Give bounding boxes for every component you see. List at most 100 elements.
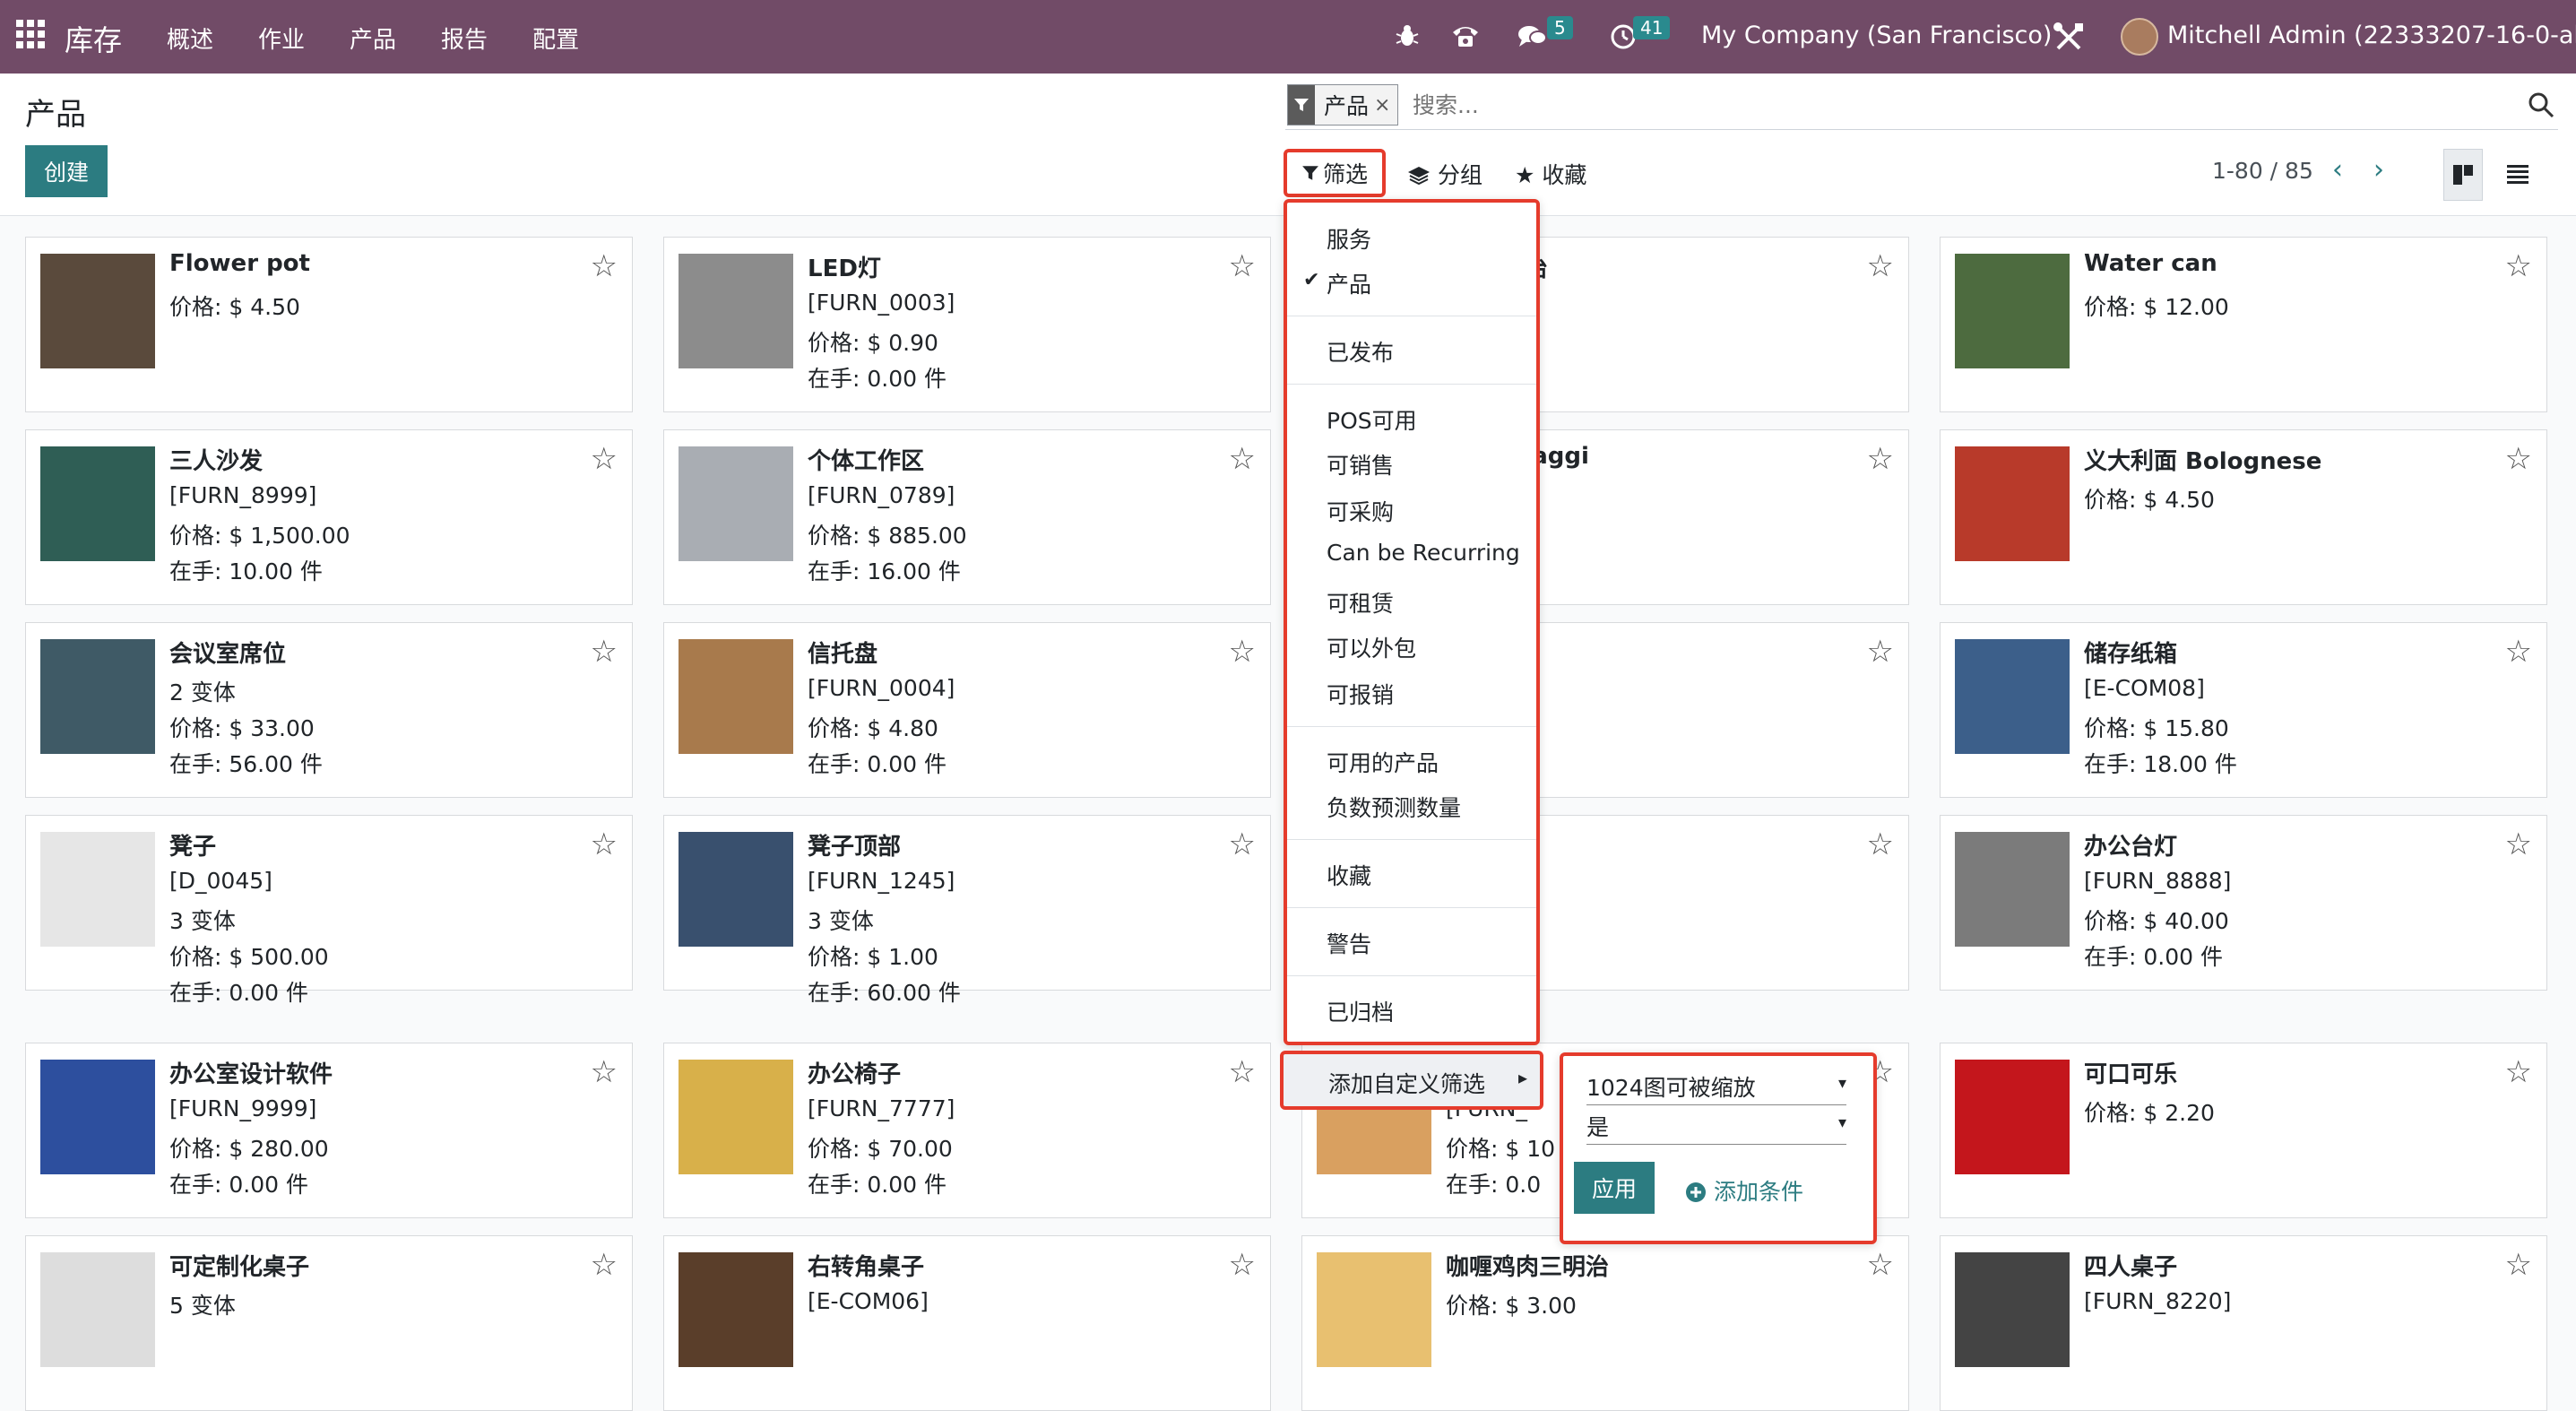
- product-detail-line: [FURN_8220]: [2084, 1288, 2232, 1314]
- divider: [1287, 907, 1536, 908]
- product-card[interactable]: 右转角桌子 [E-COM06] ☆: [663, 1235, 1271, 1411]
- messages-icon[interactable]: [1517, 23, 1547, 50]
- favorite-star-icon[interactable]: ☆: [2505, 248, 2532, 284]
- product-card[interactable]: 三人沙发 [FURN_8999] 价格: $ 1,500.00 在手: 10.00 件…: [25, 429, 633, 605]
- menu-item-overview[interactable]: 概述: [167, 22, 213, 55]
- product-card[interactable]: 个体工作区 [FURN_0789] 价格: $ 885.00 在手: 16.00 件 ☆: [663, 429, 1271, 605]
- favorite-star-icon[interactable]: ☆: [2505, 827, 2532, 862]
- user-menu[interactable]: Mitchell Admin (22333207-16-0-all): [2167, 22, 2576, 49]
- product-detail-line: 在手: 56.00 件: [169, 751, 323, 777]
- chevron-left-icon[interactable]: ‹: [2332, 154, 2343, 186]
- product-detail-line: 在手: 10.00 件: [169, 558, 323, 584]
- filter-item-negative-forecast[interactable]: 负数预测数量: [1327, 791, 1461, 823]
- favorite-star-icon[interactable]: ☆: [1867, 441, 1894, 477]
- group-by-button[interactable]: 分组: [1407, 158, 1482, 190]
- favorite-star-icon[interactable]: ☆: [591, 827, 618, 862]
- product-name: 可定制化桌子: [169, 1254, 310, 1281]
- product-card[interactable]: 信托盘 [FURN_0004] 价格: $ 4.80 在手: 0.00 件 ☆: [663, 622, 1271, 798]
- favorite-star-icon[interactable]: ☆: [591, 1054, 618, 1090]
- chevron-right-icon[interactable]: ›: [2373, 154, 2384, 186]
- product-card[interactable]: 义大利面 Bolognese 价格: $ 4.50 ☆: [1940, 429, 2547, 605]
- product-detail-line: 价格: $ 10: [1446, 1136, 1556, 1162]
- product-card[interactable]: Flower pot 价格: $ 4.50 ☆: [25, 237, 633, 412]
- favorite-star-icon[interactable]: ☆: [1229, 1054, 1256, 1090]
- favorite-star-icon[interactable]: ☆: [1229, 1247, 1256, 1283]
- filter-item-favorites[interactable]: 收藏: [1327, 859, 1371, 891]
- filter-item-purchasable[interactable]: 可采购: [1327, 495, 1394, 527]
- favorite-star-icon[interactable]: ☆: [591, 1247, 618, 1283]
- product-card[interactable]: LED灯 [FURN_0003] 价格: $ 0.90 在手: 0.00 件 ☆: [663, 237, 1271, 412]
- favorites-button[interactable]: ★ 收藏: [1515, 158, 1586, 190]
- filter-item-rentable[interactable]: 可租赁: [1327, 586, 1394, 619]
- product-detail-line: [FURN_0789]: [808, 482, 955, 508]
- filter-item-products[interactable]: 产品: [1327, 267, 1371, 299]
- menu-item-reports[interactable]: 报告: [441, 22, 488, 55]
- filter-toggle-button[interactable]: 筛选: [1284, 149, 1386, 197]
- product-image: [679, 446, 793, 561]
- company-switcher[interactable]: My Company (San Francisco): [1701, 22, 2052, 49]
- debug-bug-icon[interactable]: [1395, 23, 1420, 48]
- favorite-star-icon[interactable]: ☆: [2505, 1054, 2532, 1090]
- filter-item-published[interactable]: 已发布: [1327, 335, 1394, 368]
- favorite-star-icon[interactable]: ☆: [591, 634, 618, 670]
- add-condition-button[interactable]: 添加条件: [1685, 1174, 1803, 1207]
- product-card[interactable]: 可口可乐 价格: $ 2.20 ☆: [1940, 1043, 2547, 1218]
- favorite-star-icon[interactable]: ☆: [2505, 634, 2532, 670]
- menu-item-products[interactable]: 产品: [350, 22, 396, 55]
- filter-item-subcontract[interactable]: 可以外包: [1327, 631, 1416, 663]
- product-card[interactable]: 可定制化桌子 5 变体 ☆: [25, 1235, 633, 1411]
- product-card[interactable]: 办公椅子 [FURN_7777] 价格: $ 70.00 在手: 0.00 件 ☆: [663, 1043, 1271, 1218]
- app-brand[interactable]: 库存: [65, 18, 122, 59]
- favorite-star-icon[interactable]: ☆: [1867, 634, 1894, 670]
- filter-item-pos[interactable]: POS可用: [1327, 403, 1417, 436]
- filter-item-available[interactable]: 可用的产品: [1327, 746, 1439, 778]
- favorite-star-icon[interactable]: ☆: [1229, 441, 1256, 477]
- product-card[interactable]: Water can 价格: $ 12.00 ☆: [1940, 237, 2547, 412]
- menu-item-configuration[interactable]: 配置: [532, 22, 579, 55]
- favorite-star-icon[interactable]: ☆: [1867, 827, 1894, 862]
- filter-item-saleable[interactable]: 可销售: [1327, 448, 1394, 480]
- favorite-star-icon[interactable]: ☆: [1229, 634, 1256, 670]
- product-name: 办公台灯: [2084, 834, 2178, 861]
- product-detail-line: [FURN_0003]: [808, 290, 955, 316]
- filter-item-archived[interactable]: 已归档: [1327, 995, 1394, 1027]
- filter-item-recurring[interactable]: Can be Recurring: [1327, 540, 1520, 566]
- menu-item-operations[interactable]: 作业: [258, 22, 305, 55]
- product-card[interactable]: 凳子 [D_0045] 3 变体 价格: $ 500.00 在手: 0.00 件 ☆: [25, 815, 633, 1006]
- search-input[interactable]: [1411, 86, 2400, 124]
- apply-button[interactable]: 应用: [1574, 1162, 1655, 1214]
- phone-icon[interactable]: [1450, 22, 1481, 50]
- product-card[interactable]: 办公台灯 [FURN_8888] 价格: $ 40.00 在手: 0.00 件 ☆: [1940, 815, 2547, 991]
- product-card[interactable]: 四人桌子 [FURN_8220] ☆: [1940, 1235, 2547, 1411]
- favorite-star-icon[interactable]: ☆: [591, 441, 618, 477]
- settings-tools-icon[interactable]: [2053, 22, 2085, 54]
- pager-value[interactable]: 1-80 / 85: [2212, 158, 2313, 184]
- user-avatar[interactable]: [2121, 18, 2158, 56]
- favorite-star-icon[interactable]: ☆: [1867, 248, 1894, 284]
- favorite-star-icon[interactable]: ☆: [1867, 1247, 1894, 1283]
- custom-filter-value-select[interactable]: 是 ▾: [1586, 1110, 1846, 1145]
- product-card[interactable]: 办公室设计软件 [FURN_9999] 价格: $ 280.00 在手: 0.00 件…: [25, 1043, 633, 1218]
- filter-item-expensable[interactable]: 可报销: [1327, 678, 1394, 710]
- product-card[interactable]: 凳子顶部 [FURN_1245] 3 变体 价格: $ 1.00 在手: 60.00 件…: [663, 815, 1271, 1006]
- filter-item-warnings[interactable]: 警告: [1327, 927, 1371, 959]
- product-card[interactable]: 储存纸箱 [E-COM08] 价格: $ 15.80 在手: 18.00 件 ☆: [1940, 622, 2547, 798]
- facet-remove-icon[interactable]: ×: [1374, 94, 1397, 117]
- product-card[interactable]: 咖喱鸡肉三明治 价格: $ 3.00 ☆: [1301, 1235, 1909, 1411]
- product-detail-line: 价格: $ 4.50: [169, 294, 300, 320]
- kanban-view-button[interactable]: [2443, 149, 2483, 201]
- apps-menu-icon[interactable]: [16, 20, 45, 48]
- list-view-button[interactable]: [2499, 149, 2537, 199]
- favorite-star-icon[interactable]: ☆: [2505, 1247, 2532, 1283]
- favorite-star-icon[interactable]: ☆: [1229, 827, 1256, 862]
- add-custom-filter-toggle[interactable]: 添加自定义筛选 ▸: [1280, 1051, 1543, 1110]
- filter-item-services[interactable]: 服务: [1327, 222, 1371, 255]
- create-button[interactable]: 创建: [25, 145, 108, 197]
- custom-filter-field-select[interactable]: 1024图可被缩放 ▾: [1586, 1070, 1846, 1105]
- favorite-star-icon[interactable]: ☆: [2505, 441, 2532, 477]
- divider: [1287, 839, 1536, 840]
- favorite-star-icon[interactable]: ☆: [591, 248, 618, 284]
- favorite-star-icon[interactable]: ☆: [1229, 248, 1256, 284]
- search-icon[interactable]: [2526, 90, 2556, 120]
- product-card[interactable]: 会议室席位 2 变体 价格: $ 33.00 在手: 56.00 件 ☆: [25, 622, 633, 798]
